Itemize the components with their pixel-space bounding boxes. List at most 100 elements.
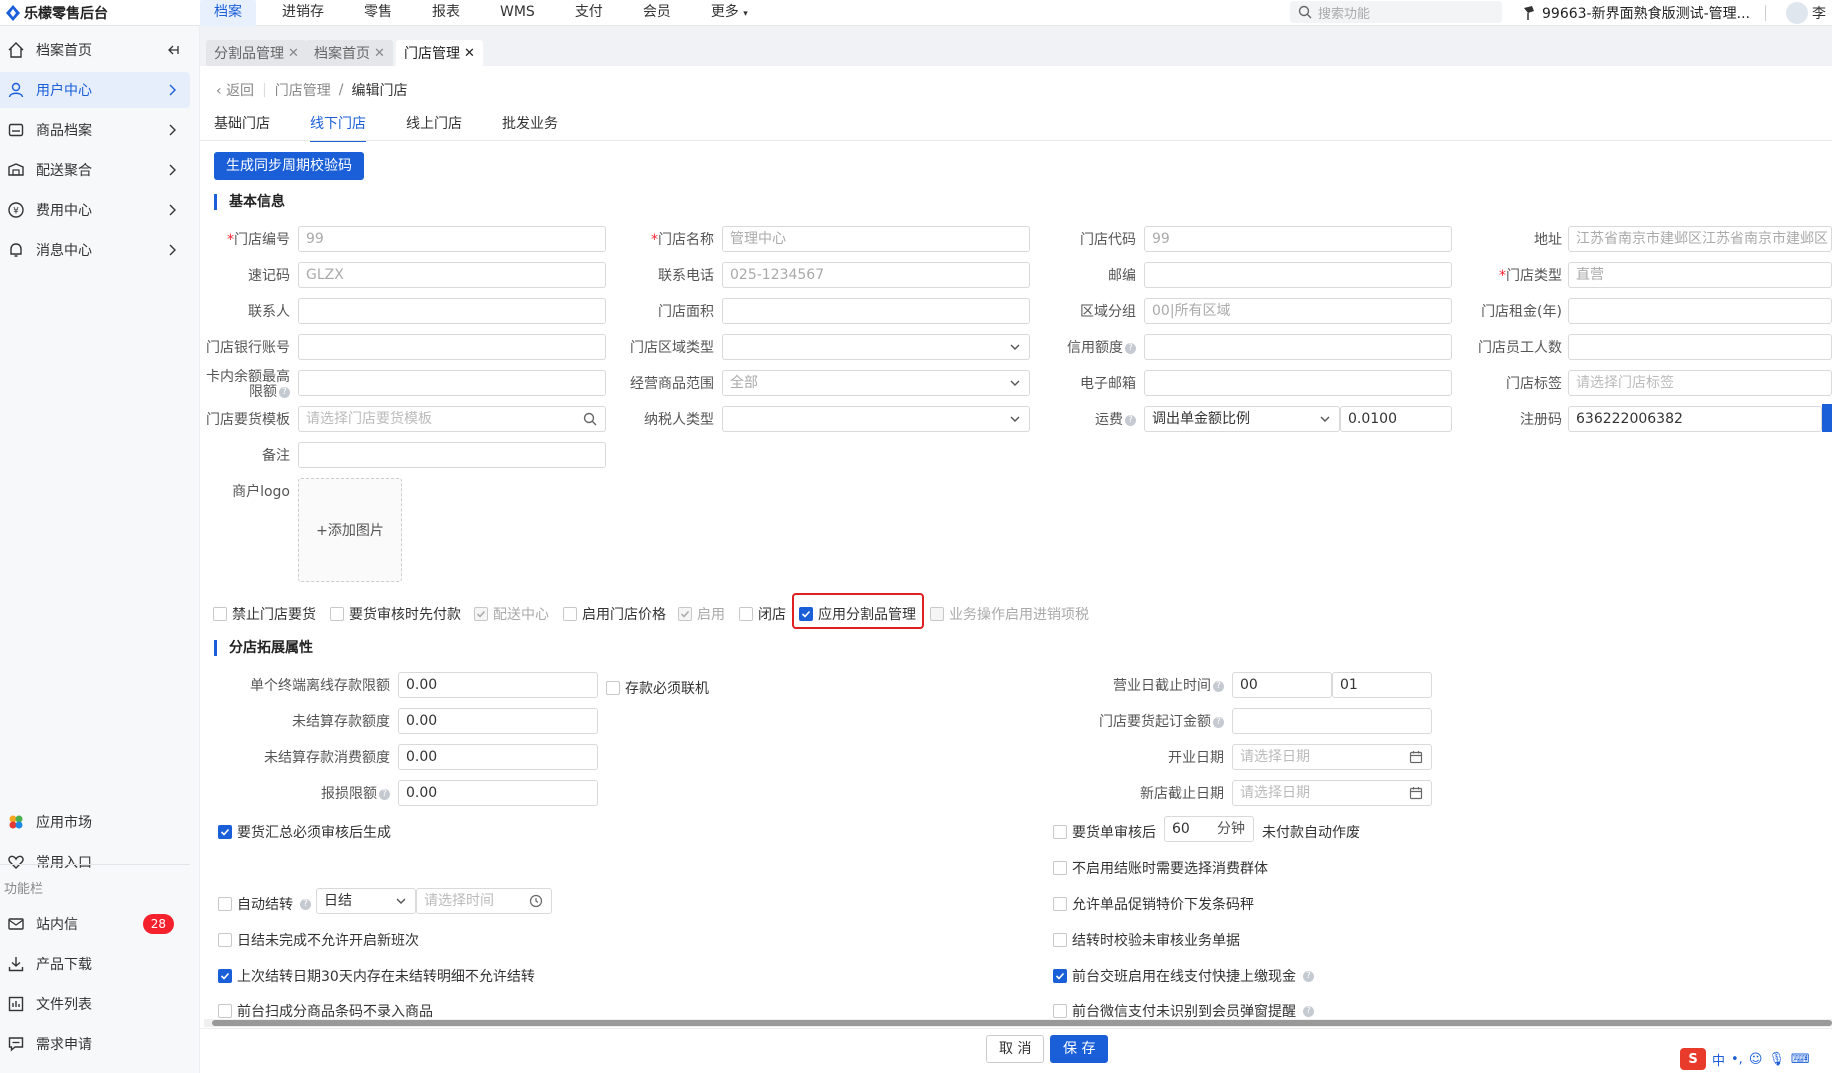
checkbox[interactable] (606, 681, 620, 695)
topnav-archive[interactable]: 档案 (200, 0, 256, 26)
template-input[interactable]: 请选择门店要货模板 (298, 406, 606, 432)
cb-check-unaudited[interactable]: 结转时校验未审核业务单据 (1053, 930, 1240, 950)
sidebar-item-requests[interactable]: 需求申请 (0, 1026, 190, 1062)
checkbox[interactable] (218, 969, 232, 983)
staff-input[interactable] (1568, 334, 1832, 360)
close-icon[interactable]: ✕ (288, 46, 299, 61)
checkbox[interactable] (330, 607, 344, 621)
tab-wholesale[interactable]: 批发业务 (502, 112, 558, 142)
tab-online-store[interactable]: 线上门店 (406, 112, 462, 142)
cb-consume-group[interactable]: 不启用结账时需要选择消费群体 (1053, 858, 1268, 878)
min-order-input[interactable] (1232, 708, 1432, 734)
save-button[interactable]: 保 存 (1050, 1035, 1109, 1063)
freight-value-input[interactable]: 0.0100 (1340, 406, 1452, 432)
offline-limit-input[interactable]: 0.00 (398, 672, 598, 698)
rent-input[interactable] (1568, 298, 1832, 324)
biz-cutoff-minute[interactable]: 01 (1332, 672, 1432, 698)
auto-close-mode-select[interactable]: 日结 (316, 888, 416, 914)
topnav-retail[interactable]: 零售 (350, 0, 406, 26)
open-date-picker[interactable]: 请选择日期 (1232, 744, 1432, 770)
postcode-input[interactable] (1144, 262, 1452, 288)
store-code-input[interactable]: 99 (1144, 226, 1452, 252)
emoji-icon[interactable]: ☺ (1749, 1052, 1763, 1067)
topnav-inventory[interactable]: 进销存 (268, 0, 338, 26)
card-limit-input[interactable] (298, 370, 606, 396)
page-tab-store-manage[interactable]: 门店管理 ✕ (396, 40, 483, 66)
reg-code-input[interactable]: 636222006382 (1568, 406, 1822, 432)
horizontal-scrollbar[interactable] (204, 1019, 1832, 1027)
region-type-select[interactable] (722, 334, 1030, 360)
page-tab-archive-home[interactable]: 档案首页 ✕ (306, 40, 393, 66)
close-icon[interactable]: ✕ (374, 46, 385, 61)
global-search[interactable]: 搜索功能 (1290, 1, 1502, 23)
quick-code-input[interactable]: GLZX (298, 262, 606, 288)
topnav-member[interactable]: 会员 (629, 0, 685, 26)
cb-prepay-audit[interactable]: 要货审核时先付款 (330, 604, 461, 624)
cb-order-after-audit[interactable]: 要货单审核后 (1053, 822, 1156, 842)
checkbox[interactable] (218, 1004, 232, 1018)
unsettled-consume-input[interactable]: 0.00 (398, 744, 598, 770)
cb-store-price[interactable]: 启用门店价格 (563, 604, 666, 624)
auto-close-time-picker[interactable]: 请选择时间 (416, 888, 552, 914)
tab-offline-store[interactable]: 线下门店 (310, 112, 366, 142)
side-float-tab[interactable] (1822, 404, 1832, 432)
cb-summary-audit[interactable]: 要货汇总必须审核后生成 (218, 822, 391, 842)
checkbox[interactable] (563, 607, 577, 621)
page-tab-split-goods[interactable]: 分割品管理 ✕ (206, 40, 307, 66)
checkbox[interactable] (1053, 825, 1067, 839)
taxpayer-select[interactable] (722, 406, 1030, 432)
store-switcher[interactable]: 99663-新界面熟食版测试-管理... (1522, 0, 1750, 26)
ime-lang[interactable]: 中 (1712, 1050, 1725, 1069)
sidebar-item-downloads[interactable]: 产品下载 (0, 946, 190, 982)
checkbox[interactable] (213, 607, 227, 621)
sidebar-item-goods[interactable]: 商品档案 (0, 112, 190, 148)
cb-no-new-shift[interactable]: 日结未完成不允许开启新班次 (218, 930, 419, 950)
keyboard-icon[interactable]: ⌨ (1791, 1052, 1810, 1067)
topnav-more[interactable]: 更多 ▾ (697, 0, 762, 26)
email-input[interactable] (1144, 370, 1452, 396)
tab-basic-store[interactable]: 基础门店 (214, 112, 270, 142)
cb-forbid-order[interactable]: 禁止门店要货 (213, 604, 316, 624)
cb-last-close[interactable]: 上次结转日期30天内存在未结转明细不允许结转 (218, 966, 535, 986)
checkbox[interactable] (218, 933, 232, 947)
user-avatar[interactable] (1786, 2, 1808, 24)
address-input[interactable]: 江苏省南京市建邺区江苏省南京市建邺区 (1568, 226, 1832, 252)
topnav-report[interactable]: 报表 (418, 0, 474, 26)
checkbox[interactable] (218, 897, 232, 911)
checkbox[interactable] (1053, 1004, 1067, 1018)
cb-promo-scale[interactable]: 允许单品促销特价下发条码秤 (1053, 894, 1254, 914)
add-logo-button[interactable]: +添加图片 (298, 478, 402, 582)
checkbox[interactable] (218, 825, 232, 839)
checkbox[interactable] (1053, 897, 1067, 911)
sidebar-item-fee[interactable]: ¥ 费用中心 (0, 192, 190, 228)
store-name-input[interactable]: 管理中心 (722, 226, 1030, 252)
order-minutes-input[interactable]: 60 分钟 (1164, 816, 1254, 842)
sidebar-item-user-center[interactable]: 用户中心 (0, 72, 190, 108)
topnav-wms[interactable]: WMS (486, 0, 549, 26)
sidebar-item-app-market[interactable]: 应用市场 (0, 804, 190, 840)
tags-select[interactable]: 请选择门店标签 (1568, 370, 1832, 396)
remark-input[interactable] (298, 442, 606, 468)
app-logo[interactable]: 乐檬零售后台 (6, 3, 108, 23)
checkbox[interactable] (1053, 933, 1067, 947)
scope-select[interactable]: 全部 (722, 370, 1030, 396)
region-input[interactable]: 00|所有区域 (1144, 298, 1452, 324)
cb-auto-close[interactable]: 自动结转? (218, 894, 311, 914)
sidebar-item-favorites[interactable]: 常用入口 (0, 844, 190, 880)
credit-input[interactable] (1144, 334, 1452, 360)
collapse-sidebar-icon[interactable] (164, 42, 180, 58)
mic-icon[interactable]: 🎙 (1768, 1052, 1785, 1067)
search-icon[interactable] (583, 412, 597, 426)
cb-must-online[interactable]: 存款必须联机 (606, 678, 709, 698)
scrollbar-thumb[interactable] (212, 1020, 1832, 1026)
store-no-input[interactable]: 99 (298, 226, 606, 252)
generate-sync-code-button[interactable]: 生成同步周期校验码 (214, 152, 364, 180)
store-type-select[interactable]: 直营 (1568, 262, 1832, 288)
cb-split-goods[interactable]: 应用分割品管理 (799, 604, 916, 624)
cb-closed[interactable]: 闭店 (739, 604, 786, 624)
freight-mode-select[interactable]: 调出单金额比例 (1144, 406, 1340, 432)
phone-input[interactable]: 025-1234567 (722, 262, 1030, 288)
cb-shift-cash[interactable]: 前台交班启用在线支付快捷上缴现金? (1053, 966, 1314, 986)
ime-toolbar[interactable]: S 中 •, ☺ 🎙 ⌨ (1680, 1045, 1810, 1073)
cb-scan-barcode[interactable]: 前台扫成分商品条码不录入商品 (218, 1001, 433, 1021)
